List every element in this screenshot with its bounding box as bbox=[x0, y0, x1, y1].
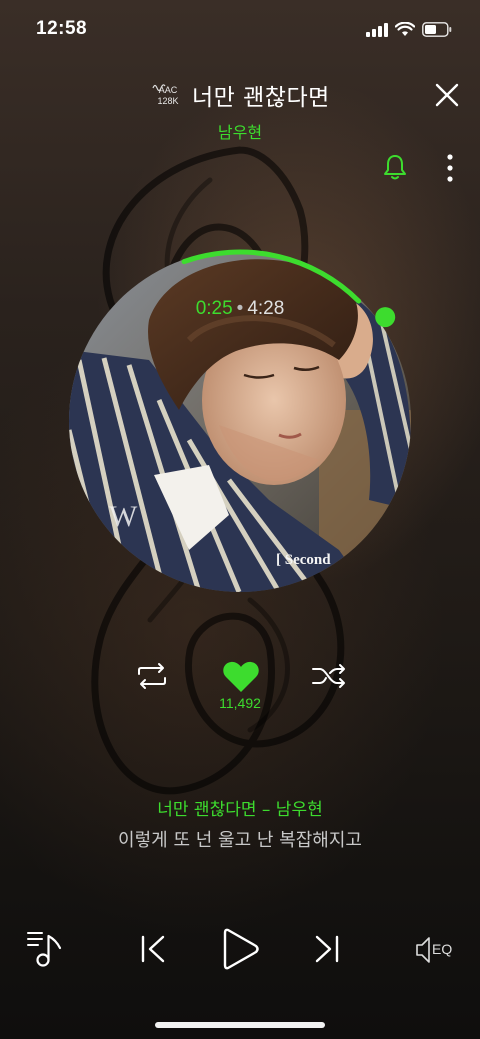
status-time: 12:58 bbox=[36, 18, 88, 39]
status-bar: 12:58 bbox=[0, 0, 480, 58]
audio-wave-icon bbox=[152, 84, 166, 92]
previous-icon[interactable] bbox=[138, 932, 168, 966]
home-indicator[interactable] bbox=[155, 1022, 325, 1028]
more-vertical-icon[interactable] bbox=[440, 152, 460, 184]
lyrics-now-playing[interactable]: 너만 괜찮다면 – 남우현 bbox=[0, 795, 480, 820]
play-icon[interactable] bbox=[222, 926, 260, 972]
wifi-icon bbox=[395, 22, 415, 36]
equalizer-icon bbox=[416, 937, 430, 963]
battery-icon bbox=[422, 22, 452, 37]
next-icon[interactable] bbox=[312, 932, 342, 966]
time-display: 0:25 • 4:28 bbox=[0, 298, 480, 320]
lyrics-current-line[interactable]: 이렇게 또 넌 울고 난 복잡해지고 bbox=[0, 826, 480, 852]
like-count: 11,492 bbox=[219, 695, 261, 711]
shuffle-icon[interactable] bbox=[310, 662, 348, 690]
current-time: 0:25 bbox=[195, 298, 233, 319]
progress-ring[interactable] bbox=[60, 240, 420, 600]
player-header: AAC 128K 너만 괜찮다면 남우현 bbox=[0, 70, 480, 150]
time-separator: • bbox=[236, 298, 244, 319]
playlist-icon[interactable] bbox=[26, 928, 68, 968]
eq-label: EQ bbox=[432, 941, 453, 957]
heart-icon[interactable] bbox=[222, 660, 260, 694]
close-icon[interactable] bbox=[432, 80, 462, 110]
audio-quality-badge: AAC 128K bbox=[152, 82, 184, 110]
bell-icon[interactable] bbox=[382, 153, 408, 181]
song-title: 너만 괜찮다면 bbox=[192, 85, 330, 111]
total-time: 4:28 bbox=[247, 298, 285, 319]
repeat-icon[interactable] bbox=[134, 662, 170, 690]
cellular-signal-icon bbox=[366, 22, 388, 37]
artist-name[interactable]: 남우현 bbox=[0, 119, 480, 143]
quality-bitrate: 128K bbox=[157, 96, 179, 106]
status-icons bbox=[366, 22, 452, 37]
equalizer-button[interactable]: EQ bbox=[414, 934, 460, 966]
